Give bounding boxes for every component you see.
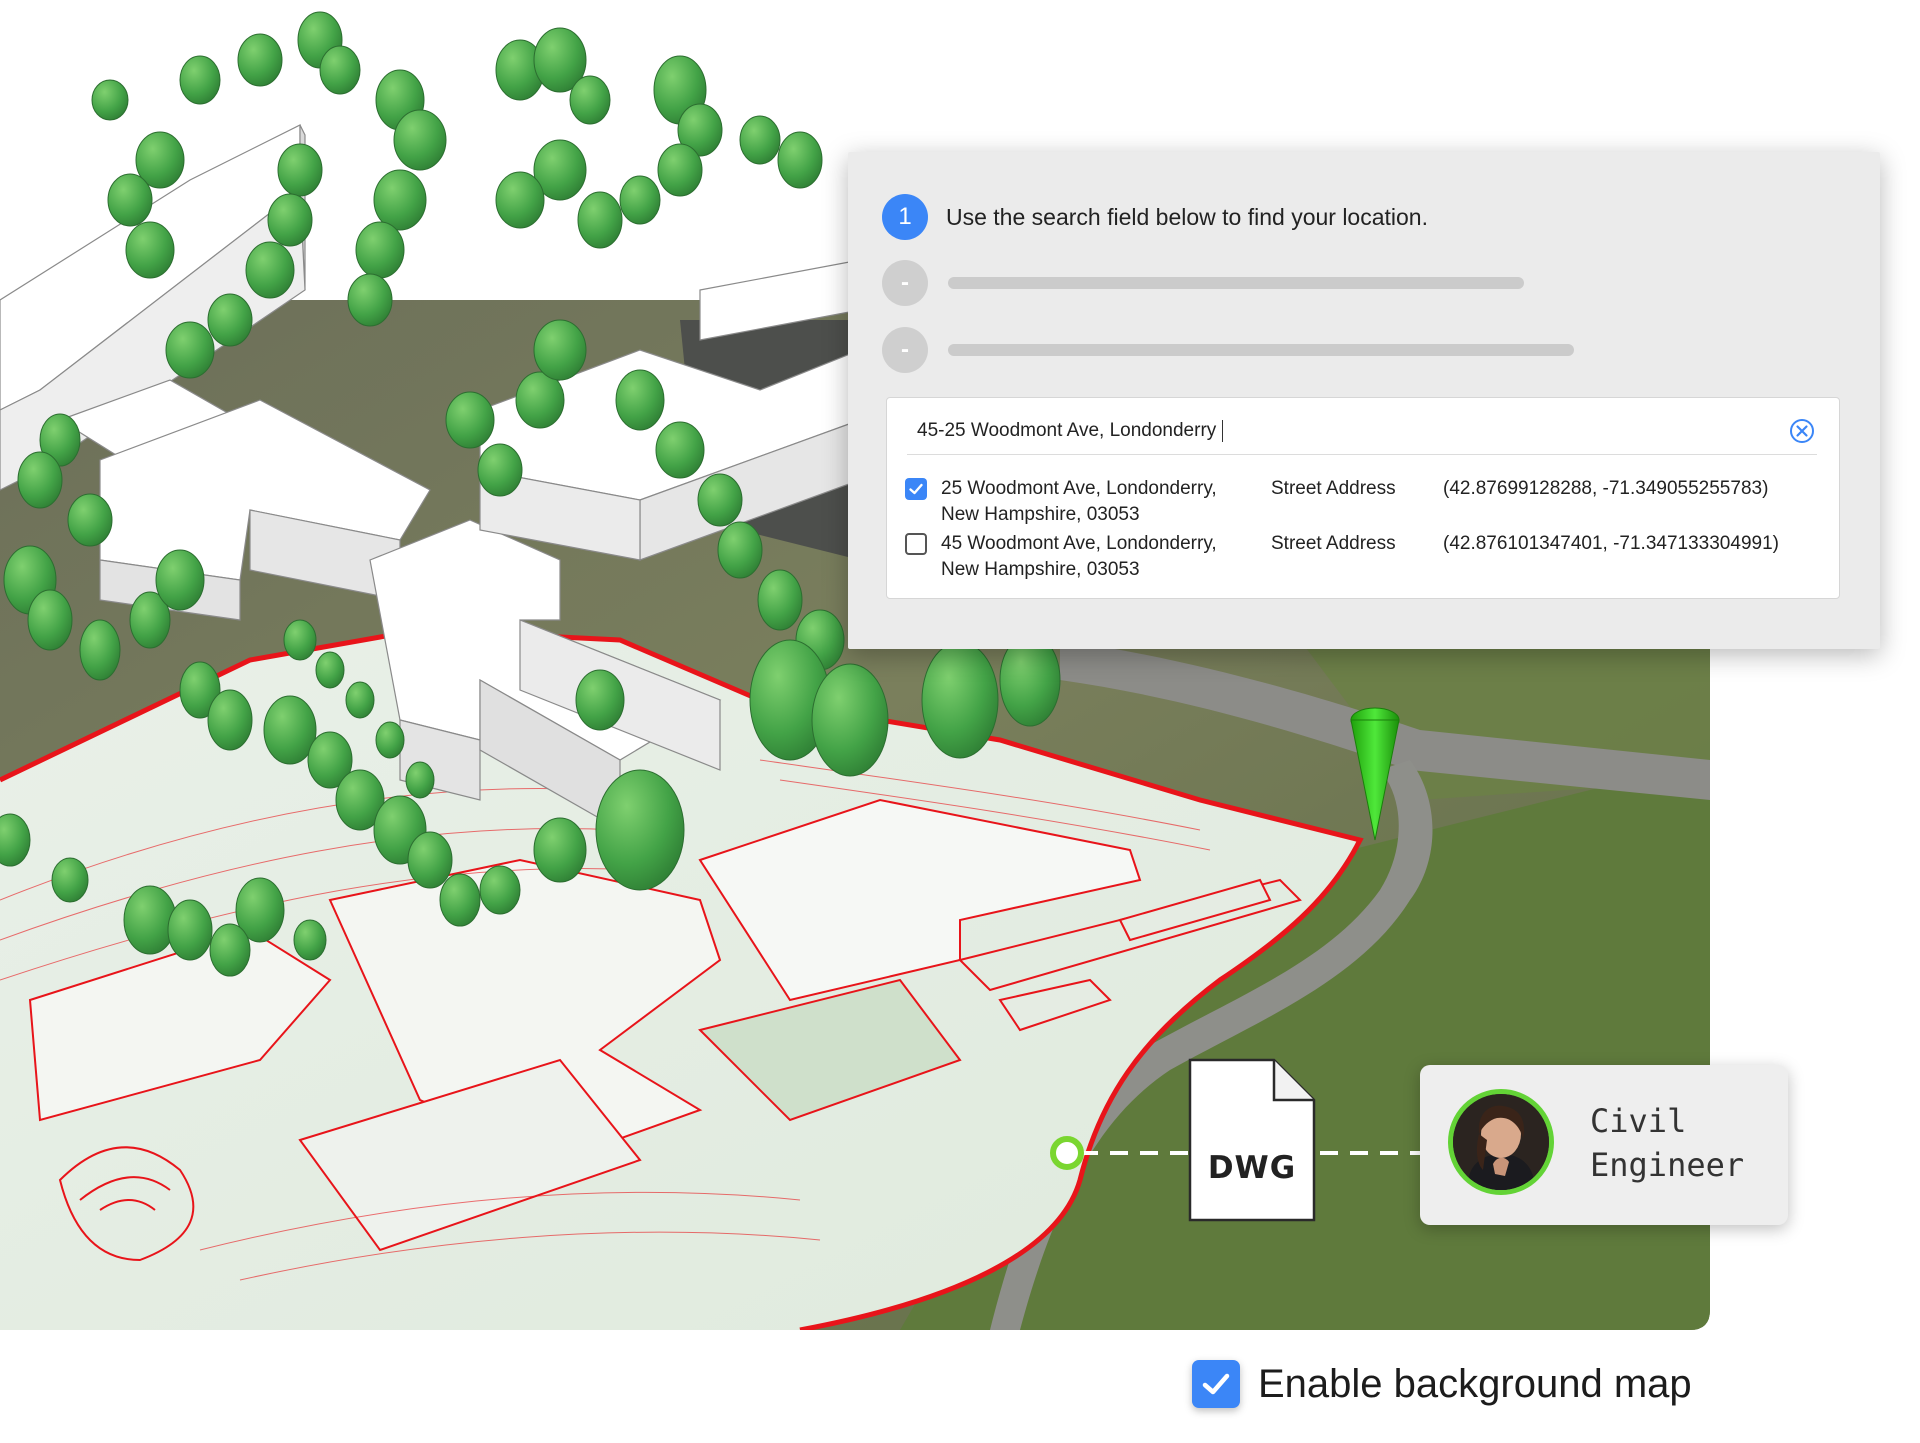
step-3: - [882, 327, 1574, 373]
step-1-instruction: Use the search field below to find your … [946, 203, 1428, 230]
result-address-line2: New Hampshire, 03053 [941, 559, 1140, 580]
result-checkbox-checked[interactable] [905, 478, 927, 500]
location-search-input[interactable]: 45-25 Woodmont Ave, Londonderry [907, 408, 1817, 455]
engineer-role-label: Civil Engineer [1590, 1102, 1745, 1184]
location-search-panel: 1 Use the search field below to find you… [848, 152, 1880, 649]
result-checkbox-unchecked[interactable] [905, 533, 927, 555]
civil-engineer-card[interactable]: Civil Engineer [1420, 1065, 1788, 1225]
search-result-row[interactable]: 45 Woodmont Ave, Londonderry, New Hampsh… [905, 531, 1779, 583]
result-address-line2: New Hampshire, 03053 [941, 504, 1140, 525]
step-2: - [882, 260, 1524, 306]
result-coordinates: (42.87699128288, -71.349055255783) [1443, 478, 1769, 499]
step-1-badge: 1 [882, 194, 928, 240]
step-1: 1 Use the search field below to find you… [882, 194, 1428, 240]
avatar [1448, 1089, 1554, 1195]
search-result-row[interactable]: 25 Woodmont Ave, Londonderry, New Hampsh… [905, 476, 1768, 528]
result-address-line1: 45 Woodmont Ave, Londonderry, [941, 533, 1217, 554]
check-icon [909, 483, 923, 495]
text-caret [1222, 420, 1224, 442]
step-3-badge: - [882, 327, 928, 373]
document-icon [1188, 1058, 1316, 1222]
result-type: Street Address [1271, 533, 1396, 554]
background-map-label: Enable background map [1258, 1361, 1692, 1406]
check-icon [1202, 1373, 1230, 1395]
result-address-line1: 25 Woodmont Ave, Londonderry, [941, 478, 1217, 499]
boundary-node-icon[interactable] [1050, 1136, 1084, 1170]
result-type: Street Address [1271, 478, 1396, 499]
step-3-placeholder-bar [948, 344, 1574, 356]
clear-circle-icon[interactable] [1789, 418, 1815, 444]
step-2-badge: - [882, 260, 928, 306]
result-coordinates: (42.876101347401, -71.347133304991) [1443, 533, 1779, 554]
step-2-placeholder-bar [948, 277, 1524, 289]
background-map-checkbox[interactable] [1192, 1360, 1240, 1408]
result-address: 25 Woodmont Ave, Londonderry, New Hampsh… [941, 476, 1271, 528]
dwg-file-label: DWG [1207, 1150, 1297, 1186]
enable-background-map-toggle[interactable]: Enable background map [1192, 1360, 1692, 1408]
search-results-box: 45-25 Woodmont Ave, Londonderry 25 Woodm… [886, 397, 1840, 599]
result-address: 45 Woodmont Ave, Londonderry, New Hampsh… [941, 531, 1271, 583]
search-input-value[interactable]: 45-25 Woodmont Ave, Londonderry [907, 420, 1216, 442]
person-avatar-icon [1453, 1094, 1549, 1190]
dwg-file[interactable]: DWG [1188, 1058, 1316, 1222]
